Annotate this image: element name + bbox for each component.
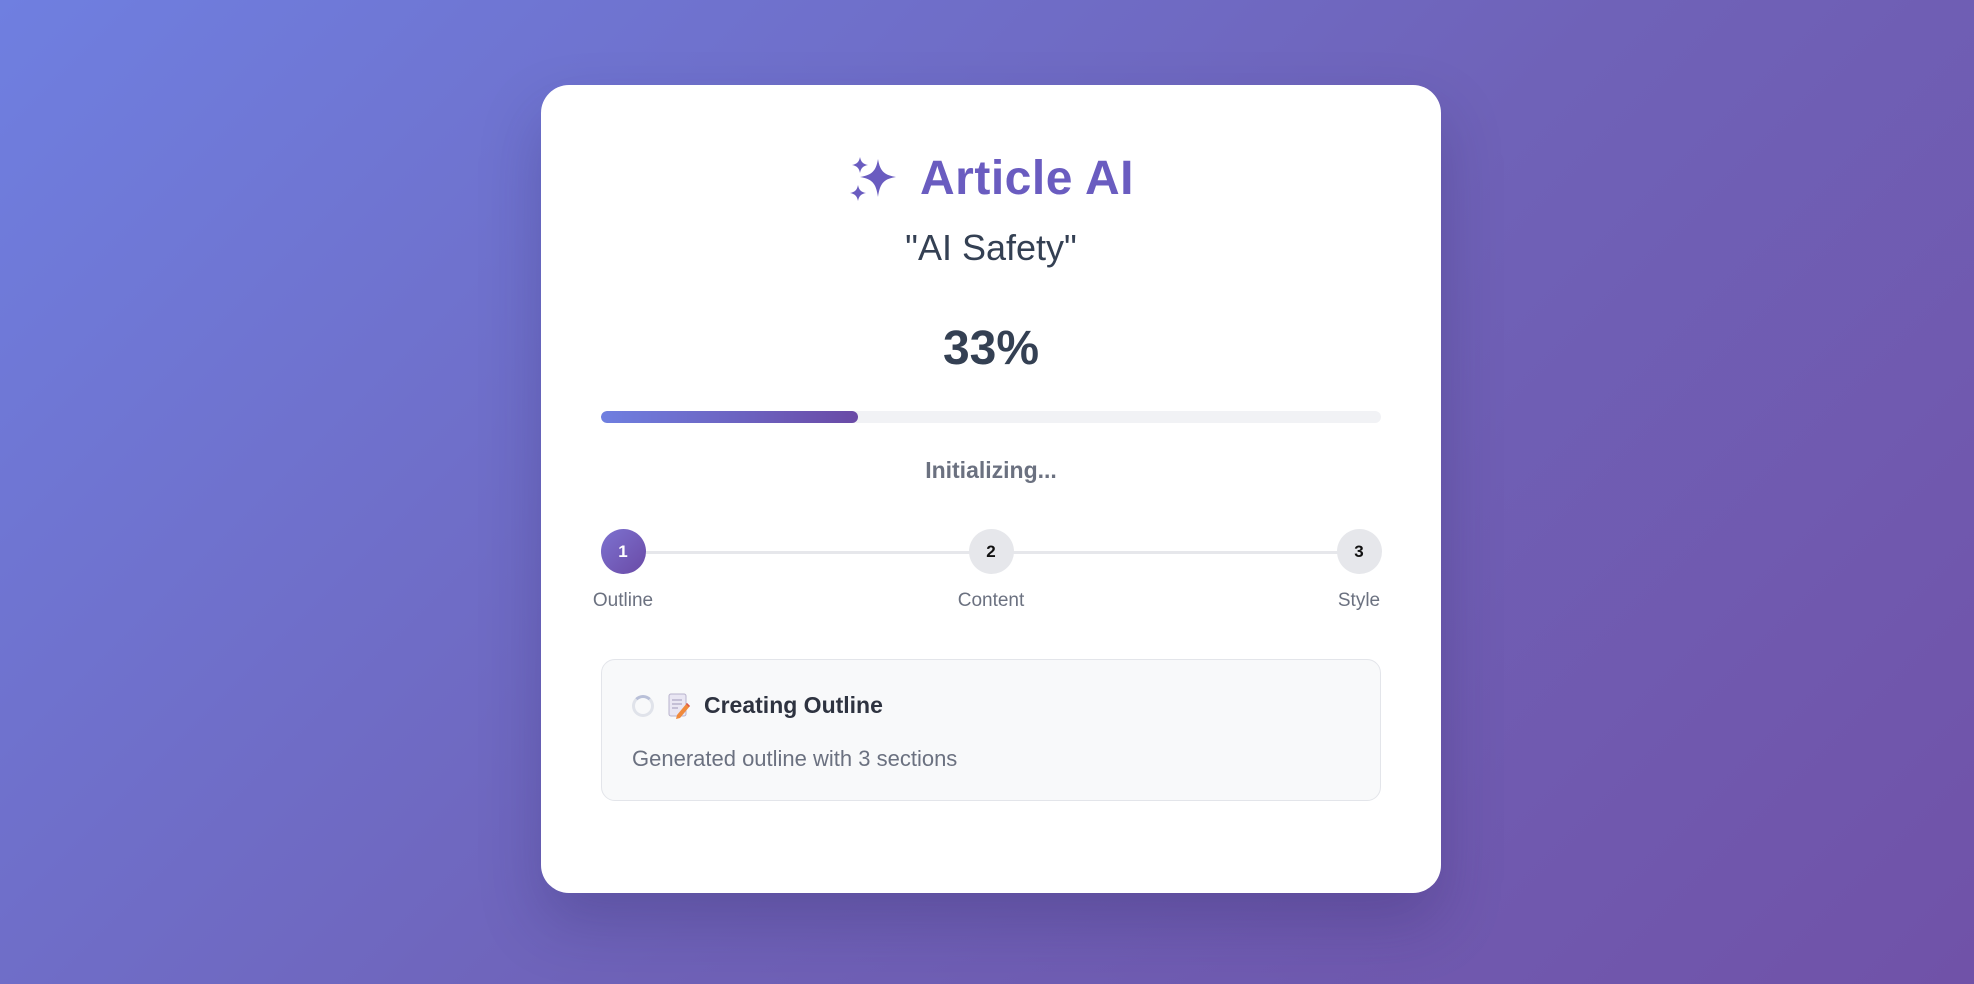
article-topic: "AI Safety" xyxy=(905,227,1077,268)
task-header: Creating Outline xyxy=(632,692,883,719)
step-label: Style xyxy=(1337,590,1381,611)
step-label: Outline xyxy=(592,590,654,611)
status-text: Initializing... xyxy=(925,457,1057,483)
step-content: 2 Content xyxy=(951,529,1031,612)
step-number: 1 xyxy=(600,529,646,574)
sparkles-icon xyxy=(848,153,900,205)
app-header: Article AI xyxy=(541,151,1441,206)
app-title: Article AI xyxy=(920,152,1134,205)
progress-card: Article AI "AI Safety" 33% Initializing.… xyxy=(541,85,1441,893)
step-number: 2 xyxy=(968,529,1014,574)
task-description: Generated outline with 3 sections xyxy=(632,746,958,771)
step-outline: 1 Outline xyxy=(583,529,663,612)
progress-bar xyxy=(601,411,1381,423)
task-title: Creating Outline xyxy=(704,692,883,718)
step-indicator: 1 Outline 2 Content 3 Style xyxy=(593,529,1382,619)
step-number: 3 xyxy=(1336,529,1382,574)
progress-percent: 33% xyxy=(942,322,1040,375)
memo-icon xyxy=(668,693,690,719)
step-label: Content xyxy=(957,590,1025,611)
spinner-icon xyxy=(632,694,654,717)
current-task-panel: Creating Outline Generated outline with … xyxy=(601,659,1381,801)
step-style: 3 Style xyxy=(1319,529,1399,612)
progress-bar-fill xyxy=(601,411,859,423)
